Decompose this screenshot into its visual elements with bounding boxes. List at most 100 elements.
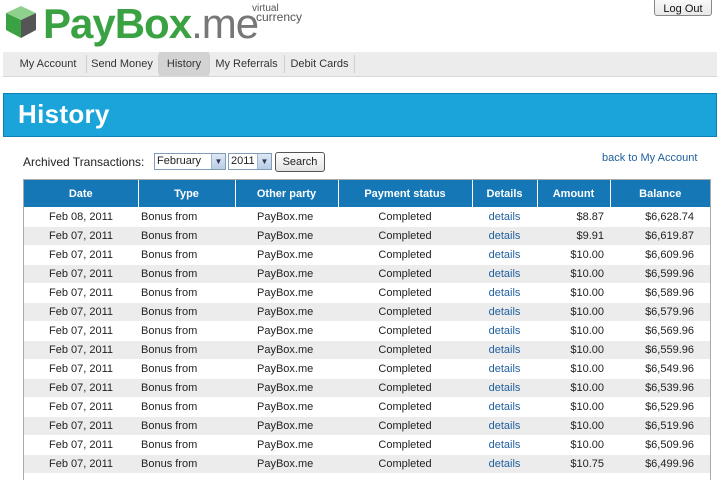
cell-type: Bonus from: [138, 302, 235, 322]
details-link[interactable]: details: [472, 435, 537, 455]
cell-balance: $6,619.87: [610, 226, 710, 246]
cell-amount: $10.00: [537, 302, 610, 322]
cell-date: Feb 07, 2011: [24, 302, 138, 322]
nav-item-debit-cards[interactable]: Debit Cards: [285, 52, 354, 76]
chevron-down-icon[interactable]: ▼: [211, 154, 225, 169]
cell-other-party: PayBox.me: [235, 359, 338, 379]
table-row: Feb 07, 2011 Bonus from PayBox.me Completed…: [24, 435, 710, 455]
cell-other-party: PayBox.me: [235, 397, 338, 417]
cell-type: Bonus from: [138, 264, 235, 284]
cell-payment-status: Completed: [338, 226, 472, 246]
cell-payment-status: Completed: [338, 416, 472, 436]
details-link[interactable]: details: [472, 378, 537, 398]
details-link[interactable]: details: [472, 454, 537, 474]
details-link[interactable]: details: [472, 226, 537, 246]
nav-item-send-money[interactable]: Send Money: [87, 52, 157, 76]
table-row: Feb 08, 2011 Bonus from PayBox.me Completed…: [24, 207, 710, 227]
details-link[interactable]: details: [472, 416, 537, 436]
table-row: Feb 07, 2011 Bonus from PayBox.me Completed…: [24, 226, 710, 246]
transactions-table: Date Type Other party Payment status Det…: [23, 179, 711, 480]
cell-type: Bonus from: [138, 359, 235, 379]
cell-amount: $10.00: [537, 397, 610, 417]
chevron-down-icon[interactable]: ▼: [257, 154, 271, 169]
cell-type: Bonus from: [138, 226, 235, 246]
cell-date: Feb 07, 2011: [24, 340, 138, 360]
cell-other-party: PayBox.me: [235, 264, 338, 284]
cell-date: Feb 07, 2011: [24, 321, 138, 341]
cell-balance: $6,509.96: [610, 435, 710, 455]
details-link[interactable]: details: [472, 207, 537, 227]
cell-amount: $10.00: [537, 416, 610, 436]
cell-date: Feb 07, 2011: [24, 454, 138, 474]
cell-other-party: PayBox.me: [235, 416, 338, 436]
back-to-my-account-link[interactable]: back to My Account: [602, 152, 697, 164]
page-title: History: [18, 99, 110, 129]
details-link[interactable]: details: [472, 340, 537, 360]
cell-other-party: PayBox.me: [235, 283, 338, 303]
cell-balance: $6,628.74: [610, 207, 710, 227]
table-row: Feb 07, 2011 Bonus from PayBox.me Completed…: [24, 321, 710, 341]
details-link[interactable]: details: [472, 302, 537, 322]
year-select[interactable]: 2011 ▼: [228, 153, 272, 170]
cell-other-party: PayBox.me: [235, 245, 338, 265]
nav-item-history[interactable]: History: [159, 52, 209, 76]
page-banner: History: [3, 93, 717, 137]
cell-balance: $6,569.96: [610, 321, 710, 341]
table-row: Feb 07, 2011 Bonus from PayBox.me Completed…: [24, 340, 710, 360]
nav-item-my-referrals[interactable]: My Referrals: [210, 52, 283, 76]
table-row: Feb 07, 2011 Bonus from PayBox.me Completed…: [24, 378, 710, 398]
cell-amount: $10.00: [537, 340, 610, 360]
cell-type: Bonus from: [138, 245, 235, 265]
cell-payment-status: Completed: [338, 378, 472, 398]
cell-payment-status: Completed: [338, 302, 472, 322]
logo-text: PayBox.me: [43, 0, 259, 47]
search-button[interactable]: Search: [275, 152, 325, 172]
cell-payment-status: Completed: [338, 207, 472, 227]
cell-amount: $10.00: [537, 245, 610, 265]
year-select-value: 2011: [231, 155, 255, 167]
nav-item-my-account[interactable]: My Account: [12, 52, 84, 76]
cell-other-party: PayBox.me: [235, 435, 338, 455]
cell-payment-status: Completed: [338, 397, 472, 417]
details-link[interactable]: details: [472, 245, 537, 265]
details-link[interactable]: details: [472, 321, 537, 341]
cell-balance: $6,579.96: [610, 302, 710, 322]
table-header-row: Date Type Other party Payment status Det…: [24, 180, 710, 208]
cell-payment-status: Completed: [338, 359, 472, 379]
tagline: virtual currency: [252, 4, 302, 24]
cell-amount: $9.91: [537, 226, 610, 246]
month-select[interactable]: February ▼: [154, 153, 226, 170]
table-row: Feb 07, 2011 Bonus from PayBox.me Completed…: [24, 264, 710, 284]
cell-type: Bonus from: [138, 321, 235, 341]
cell-amount: $10.00: [537, 264, 610, 284]
table-row: Feb 07, 2011 Bonus from PayBox.me Completed…: [24, 454, 710, 474]
column-header-details: Details: [471, 180, 537, 208]
cell-other-party: PayBox.me: [235, 321, 338, 341]
table-row: Feb 07, 2011 Bonus from PayBox.me Completed…: [24, 283, 710, 303]
details-link[interactable]: details: [472, 359, 537, 379]
cell-type: Bonus from: [138, 378, 235, 398]
cell-amount: $10.00: [537, 435, 610, 455]
cell-payment-status: Completed: [338, 245, 472, 265]
logout-button[interactable]: Log Out: [654, 0, 712, 16]
cell-type: Bonus from: [138, 454, 235, 474]
cell-payment-status: Completed: [338, 264, 472, 284]
table-row: Feb 07, 2011 Bonus from PayBox.me Completed…: [24, 397, 710, 417]
cell-payment-status: Completed: [338, 321, 472, 341]
archived-transactions-label: Archived Transactions:: [23, 155, 145, 169]
column-header-payment-status: Payment status: [337, 180, 472, 208]
column-header-type: Type: [137, 180, 235, 208]
details-link[interactable]: details: [472, 283, 537, 303]
details-link[interactable]: details: [472, 264, 537, 284]
details-link[interactable]: details: [472, 397, 537, 417]
cell-type: Bonus from: [138, 207, 235, 227]
table-row: Feb 07, 2011 Bonus from PayBox.me Completed…: [24, 302, 710, 322]
cell-amount: $8.87: [537, 207, 610, 227]
cell-other-party: PayBox.me: [235, 454, 338, 474]
cell-payment-status: Completed: [338, 454, 472, 474]
cell-type: Bonus from: [138, 416, 235, 436]
cell-date: Feb 07, 2011: [24, 283, 138, 303]
cell-date: Feb 07, 2011: [24, 378, 138, 398]
cell-balance: $6,499.96: [610, 454, 710, 474]
cell-date: Feb 08, 2011: [24, 207, 138, 227]
